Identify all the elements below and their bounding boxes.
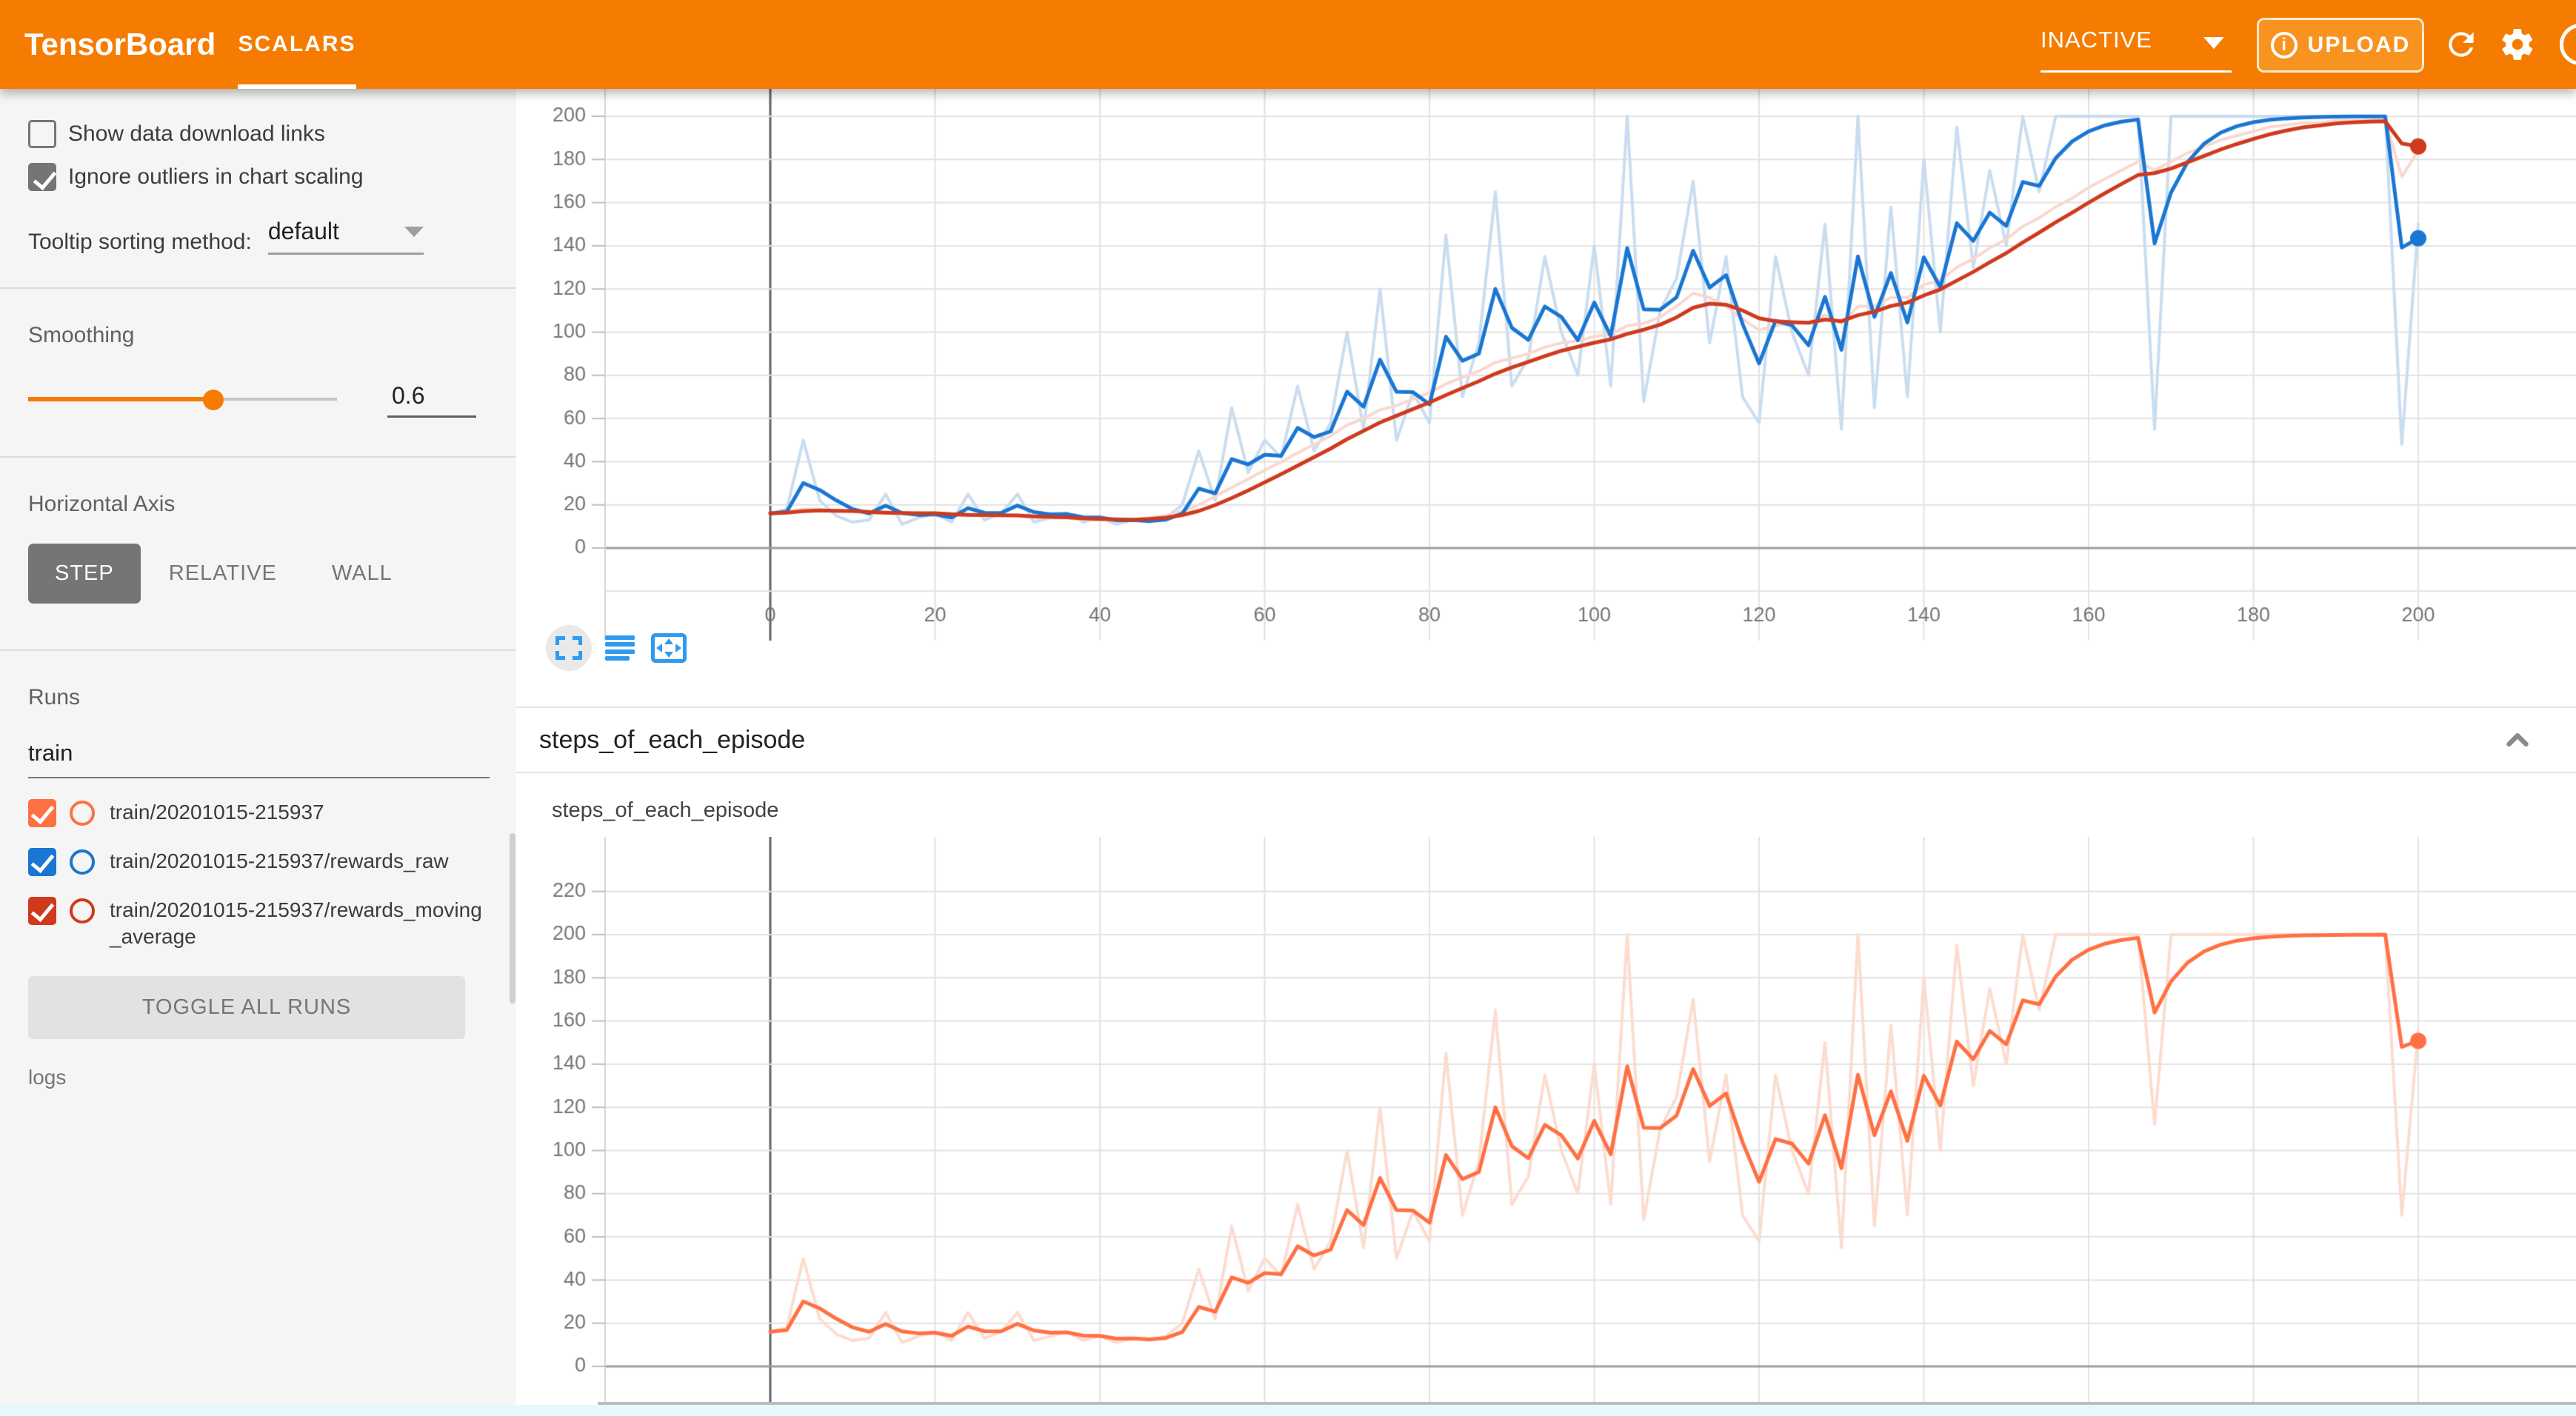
- upload-button-label: UPLOAD: [2308, 33, 2411, 58]
- horizontal-axis-options: STEP RELATIVE WALL: [28, 544, 490, 604]
- status-dropdown-underline: [2041, 70, 2232, 73]
- ignore-outliers-label: Ignore outliers in chart scaling: [68, 164, 364, 190]
- smoothing-label: Smoothing: [28, 323, 490, 348]
- tab-scalars-label: SCALARS: [238, 0, 356, 89]
- pan-icon[interactable]: [651, 633, 687, 663]
- runs-filter-input[interactable]: [28, 740, 490, 767]
- run-color-swatch: [70, 898, 95, 924]
- expand-chart-button[interactable]: [546, 625, 592, 671]
- show-download-links-label: Show data download links: [68, 121, 325, 147]
- tooltip-sorting-row: Tooltip sorting method: default: [28, 218, 490, 255]
- section-title: steps_of_each_episode: [539, 726, 805, 755]
- logs-label: logs: [28, 1066, 490, 1089]
- info-icon: i: [2271, 32, 2298, 59]
- sidebar-scrollbar[interactable]: [510, 833, 515, 1003]
- upload-button[interactable]: i UPLOAD: [2257, 18, 2424, 73]
- tooltip-sorting-select[interactable]: default: [268, 218, 424, 255]
- run-row[interactable]: train/20201015-215937/rewards_moving_ave…: [28, 897, 490, 951]
- chevron-up-icon[interactable]: [2500, 723, 2535, 757]
- slider-thumb[interactable]: [203, 390, 224, 410]
- run-color-swatch: [70, 849, 95, 875]
- run-checkbox[interactable]: [28, 848, 56, 876]
- run-row[interactable]: train/20201015-215937: [28, 799, 490, 827]
- axis-option-wall[interactable]: WALL: [305, 544, 419, 604]
- axis-option-step[interactable]: STEP: [28, 544, 141, 604]
- gear-icon[interactable]: [2499, 26, 2536, 63]
- expand-icon: [555, 636, 582, 660]
- divider: [516, 772, 2576, 773]
- settings-sidebar: Show data download links Ignore outliers…: [0, 89, 516, 1416]
- horizontal-axis-label: Horizontal Axis: [28, 492, 490, 517]
- chart-card-title: steps_of_each_episode: [552, 798, 778, 823]
- app-title: TensorBoard: [24, 0, 216, 89]
- rewards-chart-canvas[interactable]: [516, 89, 2576, 689]
- section-header[interactable]: steps_of_each_episode: [516, 708, 2576, 772]
- divider: [0, 456, 516, 458]
- runs-label: Runs: [28, 685, 490, 710]
- show-download-links-row[interactable]: Show data download links: [28, 120, 490, 148]
- refresh-icon[interactable]: [2443, 26, 2480, 63]
- smoothing-value-input[interactable]: 0.6: [387, 381, 476, 418]
- divider: [0, 649, 516, 651]
- runs-filter: [28, 740, 490, 778]
- show-download-links-checkbox[interactable]: [28, 120, 56, 148]
- next-section-strip[interactable]: [0, 1405, 2576, 1416]
- run-label: train/20201015-215937: [110, 799, 490, 826]
- run-row[interactable]: train/20201015-215937/rewards_raw: [28, 848, 490, 876]
- chevron-down-icon: [404, 227, 424, 237]
- tooltip-sorting-value: default: [268, 218, 339, 244]
- main-content: steps_of_each_episode steps_of_each_epis…: [516, 89, 2576, 1416]
- ignore-outliers-checkbox[interactable]: [28, 163, 56, 191]
- run-label: train/20201015-215937/rewards_raw: [110, 848, 490, 875]
- status-dropdown[interactable]: INACTIVE: [2041, 21, 2232, 67]
- axis-option-relative[interactable]: RELATIVE: [142, 544, 304, 604]
- app-header: TensorBoard SCALARS INACTIVE i UPLOAD: [0, 0, 2576, 89]
- divider: [0, 287, 516, 289]
- account-icon[interactable]: [2560, 24, 2576, 65]
- chevron-down-icon: [2203, 37, 2224, 49]
- tab-scalars[interactable]: SCALARS: [238, 0, 356, 89]
- run-checkbox[interactable]: [28, 897, 56, 925]
- ignore-outliers-row[interactable]: Ignore outliers in chart scaling: [28, 163, 490, 191]
- smoothing-slider[interactable]: [28, 390, 337, 409]
- run-color-swatch: [70, 801, 95, 826]
- toggle-y-axis-icon[interactable]: [605, 635, 635, 661]
- steps-chart-canvas[interactable]: [516, 837, 2576, 1402]
- slider-fill: [28, 397, 213, 401]
- chart-toolbar: [546, 625, 687, 671]
- smoothing-slider-row: 0.6: [28, 381, 490, 418]
- toggle-all-runs-button[interactable]: TOGGLE ALL RUNS: [28, 976, 465, 1039]
- run-label: train/20201015-215937/rewards_moving_ave…: [110, 897, 490, 951]
- run-checkbox[interactable]: [28, 799, 56, 827]
- tooltip-sorting-label: Tooltip sorting method:: [28, 230, 252, 255]
- tab-active-underline: [238, 84, 356, 89]
